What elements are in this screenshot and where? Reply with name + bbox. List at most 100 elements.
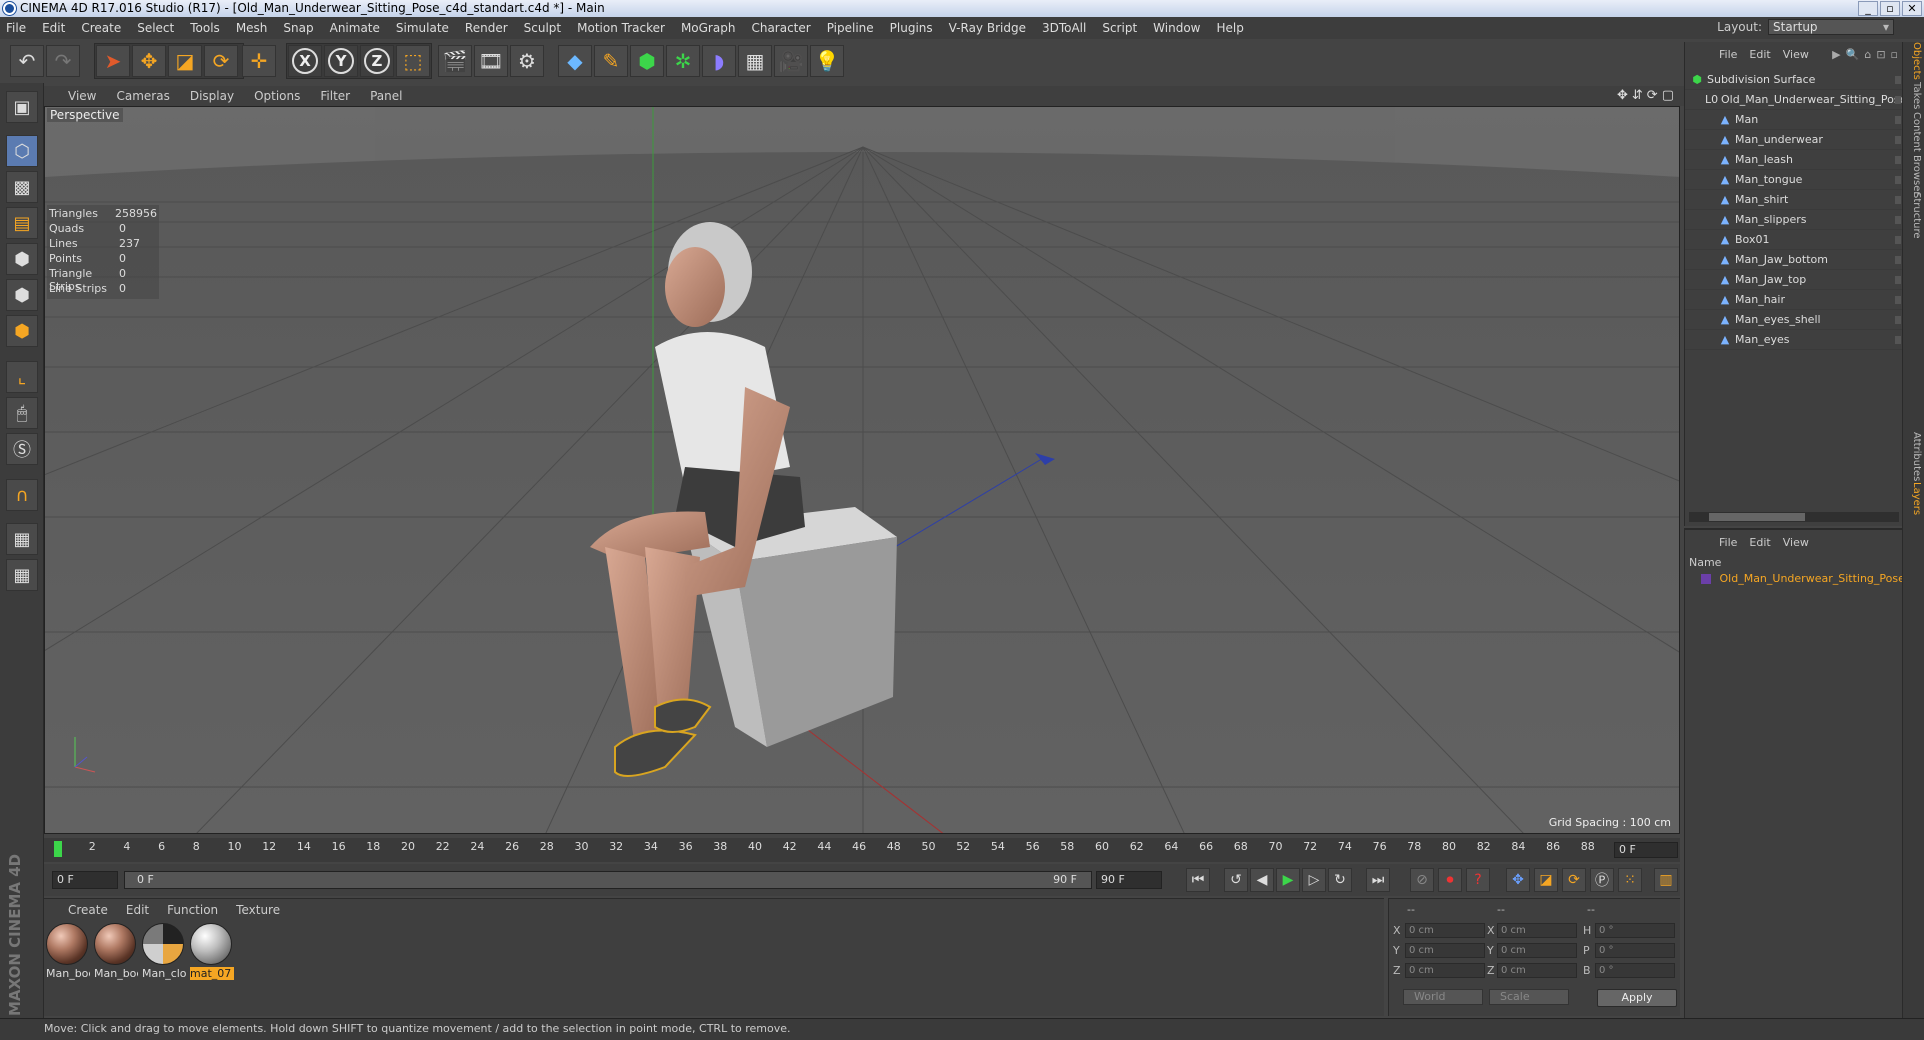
viewport-menu-filter[interactable]: Filter xyxy=(320,89,350,103)
menu-3dtoall[interactable]: 3DToAll xyxy=(1042,21,1086,35)
visibility-dots[interactable] xyxy=(1895,156,1901,164)
coord-value-field[interactable]: 0 cm xyxy=(1497,943,1577,958)
object-tree-item[interactable]: ▲ Man_slippers xyxy=(1685,210,1903,230)
undo-icon[interactable]: ↶ xyxy=(10,45,44,77)
object-tree-item[interactable]: ▲ Man_hair xyxy=(1685,290,1903,310)
menu-select[interactable]: Select xyxy=(137,21,174,35)
side-tab-objects[interactable]: Objects xyxy=(1906,42,1922,80)
render-picture-viewer-icon[interactable]: 🎞 xyxy=(474,45,508,77)
visibility-dots[interactable] xyxy=(1895,316,1901,324)
current-frame-field[interactable]: 0 F xyxy=(1614,842,1678,858)
key-parameter-icon[interactable]: Ⓟ xyxy=(1590,868,1614,892)
visibility-dots[interactable] xyxy=(1895,336,1901,344)
go-to-start-icon[interactable]: ⏮ xyxy=(1186,868,1210,892)
visibility-dots[interactable] xyxy=(1895,276,1901,284)
polygons-mode-icon[interactable]: ⬢ xyxy=(6,315,38,347)
menu-help[interactable]: Help xyxy=(1216,21,1243,35)
material-swatch[interactable]: Man_clot xyxy=(142,923,186,980)
layer-menu-view[interactable]: View xyxy=(1783,536,1809,549)
perspective-viewport[interactable]: Perspective Triangles 258956 Quads 0 Lines 23… xyxy=(44,106,1680,834)
live-selection-icon[interactable]: ➤ xyxy=(96,45,130,77)
snap-icon[interactable]: Ⓢ xyxy=(6,433,38,465)
horizontal-scrollbar[interactable] xyxy=(1689,512,1899,522)
coord-value-field[interactable]: 0 cm xyxy=(1405,923,1485,938)
model-mode-icon[interactable]: ⬡ xyxy=(6,135,38,167)
points-mode-icon[interactable]: ⬢ xyxy=(6,243,38,275)
layer-menu-file[interactable]: File xyxy=(1719,536,1737,549)
visibility-dots[interactable] xyxy=(1895,296,1901,304)
visibility-dots[interactable] xyxy=(1895,216,1901,224)
object-tree-item[interactable]: ▲ Box01 xyxy=(1685,230,1903,250)
side-tab-layers[interactable]: Layers xyxy=(1906,482,1922,515)
key-scale-icon[interactable]: ◪ xyxy=(1534,868,1558,892)
material-menu-create[interactable]: Create xyxy=(68,903,108,917)
lock-workplane-icon[interactable]: ▦ xyxy=(6,523,38,555)
apply-button[interactable]: Apply xyxy=(1597,989,1677,1007)
object-tree-item[interactable]: ▲ Man_eyes xyxy=(1685,330,1903,350)
coord-value-field[interactable]: 0 cm xyxy=(1405,963,1485,978)
autokeying-icon[interactable]: ? xyxy=(1466,868,1490,892)
layout-dropdown[interactable]: Startup xyxy=(1768,19,1894,35)
timeline-ruler[interactable]: 0246810121416182022242628303234363840424… xyxy=(54,838,1630,862)
visibility-dots[interactable] xyxy=(1895,76,1901,84)
menu-create[interactable]: Create xyxy=(81,21,121,35)
pan-icon[interactable]: ✥ xyxy=(1617,88,1628,103)
search-icon[interactable]: 🔍 xyxy=(1846,48,1860,61)
object-menu-view[interactable]: View xyxy=(1783,48,1809,61)
next-key-icon[interactable]: ↻ xyxy=(1328,868,1352,892)
visibility-dots[interactable] xyxy=(1895,176,1901,184)
frame-range-slider[interactable]: 0 F 90 F xyxy=(124,871,1092,889)
edges-mode-icon[interactable]: ⬢ xyxy=(6,279,38,311)
key-pla-icon[interactable]: ⁙ xyxy=(1618,868,1642,892)
timeline[interactable]: 0246810121416182022242628303234363840424… xyxy=(44,838,1680,862)
visibility-dots[interactable] xyxy=(1895,256,1901,264)
z-axis-toggle[interactable]: Z xyxy=(360,45,394,77)
previous-frame-icon[interactable]: ◀ xyxy=(1250,868,1274,892)
axis-mode-icon[interactable]: ⌞ xyxy=(6,361,38,393)
make-editable-icon[interactable]: ▣ xyxy=(6,91,38,123)
texture-mode-icon[interactable]: ▩ xyxy=(6,171,38,203)
material-swatch[interactable]: Man_boc xyxy=(94,923,138,980)
coord-value-field[interactable]: 0 ° xyxy=(1595,923,1675,938)
coord-value-field[interactable]: 0 ° xyxy=(1595,963,1675,978)
object-tree-item[interactable]: ▲ Man_shirt xyxy=(1685,190,1903,210)
light-icon[interactable]: 💡 xyxy=(810,45,844,77)
menu-sculpt[interactable]: Sculpt xyxy=(524,21,561,35)
transform-icon[interactable]: ✛ xyxy=(242,45,276,77)
side-tab-attributes[interactable]: Attributes xyxy=(1906,432,1922,481)
minimize-button[interactable]: _ xyxy=(1858,1,1878,16)
visibility-dots[interactable] xyxy=(1895,236,1901,244)
y-axis-toggle[interactable]: Y xyxy=(324,45,358,77)
pen-spline-icon[interactable]: ✎ xyxy=(594,45,628,77)
next-frame-icon[interactable]: ▷ xyxy=(1302,868,1326,892)
timeline-window-icon[interactable]: ▥ xyxy=(1654,868,1678,892)
record-active-objects-icon[interactable]: ⏺ xyxy=(1438,868,1462,892)
menu-plugins[interactable]: Plugins xyxy=(890,21,933,35)
subdivision-surface-icon[interactable]: ⬢ xyxy=(630,45,664,77)
side-tab-takes[interactable]: Takes xyxy=(1906,82,1922,109)
material-menu-function[interactable]: Function xyxy=(167,903,218,917)
material-swatch[interactable]: Man_boc xyxy=(46,923,90,980)
home-icon[interactable]: ⌂ xyxy=(1864,48,1871,61)
move-icon[interactable]: ✥ xyxy=(132,45,166,77)
object-tree-item[interactable]: ▲ Man_Jaw_top xyxy=(1685,270,1903,290)
redo-icon[interactable]: ↷ xyxy=(46,45,80,77)
layer-menu-edit[interactable]: Edit xyxy=(1749,536,1770,549)
render-view-icon[interactable]: 🎬 xyxy=(438,45,472,77)
menu-animate[interactable]: Animate xyxy=(330,21,380,35)
visibility-dots[interactable] xyxy=(1895,96,1901,104)
menu-render[interactable]: Render xyxy=(465,21,508,35)
material-swatch[interactable]: mat_07 xyxy=(190,923,234,980)
key-rotation-icon[interactable]: ⟳ xyxy=(1562,868,1586,892)
playhead[interactable] xyxy=(54,841,62,857)
material-menu-edit[interactable]: Edit xyxy=(126,903,149,917)
object-menu-edit[interactable]: Edit xyxy=(1749,48,1770,61)
rotate-icon[interactable]: ⟳ xyxy=(204,45,238,77)
new-window-icon[interactable]: ▫ xyxy=(1891,48,1898,61)
hierarchy-icon[interactable]: ⊡ xyxy=(1876,48,1885,61)
visibility-dots[interactable] xyxy=(1895,136,1901,144)
floor-icon[interactable]: ▦ xyxy=(738,45,772,77)
menu-snap[interactable]: Snap xyxy=(283,21,313,35)
key-position-icon[interactable]: ✥ xyxy=(1506,868,1530,892)
menu-file[interactable]: File xyxy=(6,21,26,35)
